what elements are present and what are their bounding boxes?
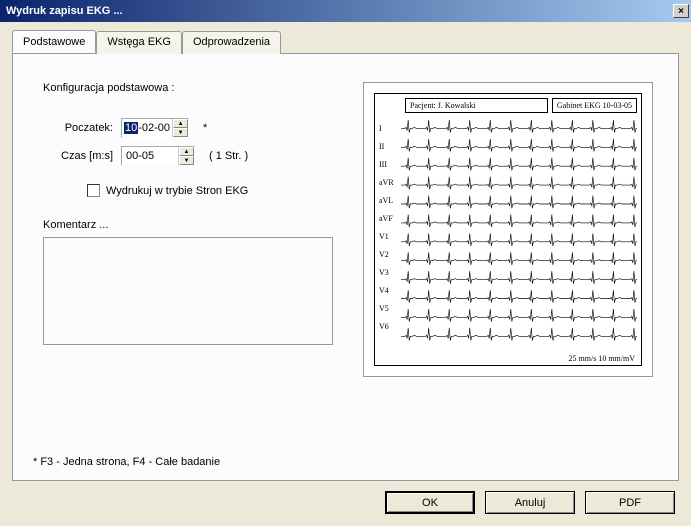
ok-button[interactable]: OK (385, 491, 475, 514)
ekg-preview: Pacjent: J. Kowalski Gabinet EKG 10-03-0… (363, 82, 653, 377)
comment-box[interactable] (43, 237, 333, 345)
close-icon: × (678, 6, 684, 17)
start-value-rest: -02-00 (138, 122, 170, 134)
window-title: Wydruk zapisu EKG ... (6, 5, 123, 17)
lead-label: aVR (379, 176, 394, 189)
ekg-waveforms (401, 120, 637, 351)
lead-label: aVL (379, 194, 394, 207)
start-value-selected: 10 (124, 122, 138, 134)
tab-leads[interactable]: Odprowadzenia (182, 31, 281, 54)
section-title: Konfiguracja podstawowa : (43, 82, 343, 94)
comment-label: Komentarz ... (43, 219, 343, 231)
keyboard-hint: * F3 - Jedna strona, F4 - Całe badanie (33, 456, 220, 468)
pages-label: ( 1 Str. ) (209, 150, 248, 162)
tab-strip: Podstawowe Wstęga EKG Odprowadzenia (12, 30, 679, 53)
lead-label: V1 (379, 230, 394, 243)
title-bar: Wydruk zapisu EKG ... × (0, 0, 691, 22)
lead-label: V3 (379, 266, 394, 279)
time-label: Czas [m:s] (43, 150, 121, 162)
time-input[interactable] (122, 147, 178, 165)
time-spinner[interactable]: ▲ ▼ (121, 146, 195, 166)
lead-label: V6 (379, 320, 394, 333)
start-spin-down[interactable]: ▼ (173, 128, 188, 137)
start-spinner[interactable]: 10-02-00 ▲ ▼ (121, 118, 189, 138)
close-button[interactable]: × (673, 4, 689, 18)
lead-labels: I II III aVR aVL aVF V1 V2 V3 V4 V5 V6 (379, 122, 394, 333)
preview-patient: Pacjent: J. Kowalski (405, 98, 548, 113)
lead-label: V4 (379, 284, 394, 297)
client-area: Podstawowe Wstęga EKG Odprowadzenia Konf… (0, 22, 691, 526)
lead-label: aVF (379, 212, 394, 225)
cancel-button[interactable]: Anuluj (485, 491, 575, 514)
preview-clinic: Gabinet EKG 10-03-05 (552, 98, 637, 113)
lead-label: III (379, 158, 394, 171)
time-spin-up[interactable]: ▲ (179, 147, 194, 156)
time-spin-down[interactable]: ▼ (179, 156, 194, 165)
lead-label: V5 (379, 302, 394, 315)
start-spin-up[interactable]: ▲ (173, 119, 188, 128)
tab-basic[interactable]: Podstawowe (12, 30, 96, 53)
dialog-buttons: OK Anuluj PDF (12, 491, 679, 514)
lead-label: I (379, 122, 394, 135)
tab-panel-basic: Konfiguracja podstawowa : Poczatek: 10-0… (12, 53, 679, 481)
tab-strip-ekg[interactable]: Wstęga EKG (96, 31, 182, 54)
pdf-button[interactable]: PDF (585, 491, 675, 514)
preview-scale: 25 mm/s 10 mm/mV (569, 354, 635, 363)
start-label: Poczatek: (43, 122, 121, 134)
start-asterisk: * (203, 122, 207, 134)
print-pages-checkbox[interactable] (87, 184, 100, 197)
print-pages-label: Wydrukuj w trybie Stron EKG (106, 185, 248, 197)
lead-label: II (379, 140, 394, 153)
lead-label: V2 (379, 248, 394, 261)
